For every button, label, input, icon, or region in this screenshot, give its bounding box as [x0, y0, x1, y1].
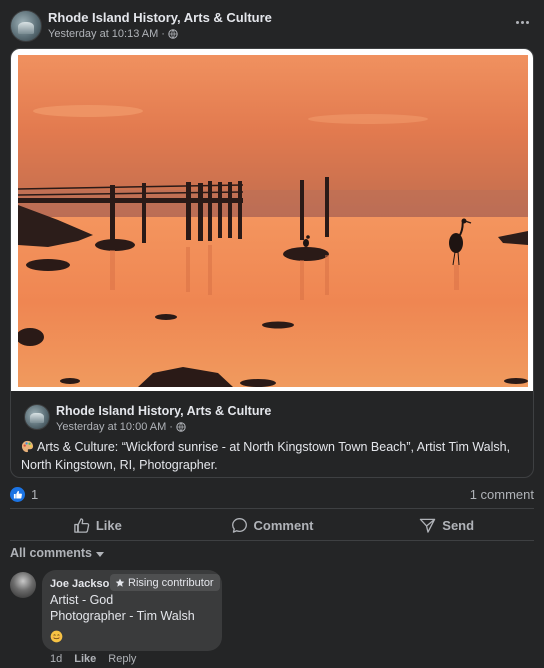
- comment-icon: [231, 517, 247, 533]
- sunset-photo[interactable]: [18, 55, 528, 387]
- star-icon: [115, 578, 125, 587]
- comment-bubble: Joe Jackson Rising contributor Artist - …: [42, 570, 222, 651]
- comment-filter-dropdown[interactable]: All comments: [10, 546, 104, 560]
- divider-bottom: [10, 540, 534, 541]
- thumbs-up-icon: [74, 517, 90, 533]
- comment-button-label: Comment: [253, 517, 314, 533]
- shared-post-timestamp[interactable]: Yesterday at 10:00 AM: [56, 421, 166, 433]
- comment-like-button[interactable]: Like: [74, 653, 96, 665]
- contributor-badge: Rising contributor: [110, 574, 220, 591]
- post-meta: Yesterday at 10:13 AM ·: [48, 28, 178, 40]
- artist-palette-icon: [21, 440, 34, 453]
- shared-page-avatar[interactable]: [24, 404, 50, 430]
- post-header: Rhode Island History, Arts & Culture Yes…: [0, 0, 544, 46]
- shared-text-line2: North Kingstown, RI, Photographer.: [21, 458, 218, 472]
- smiling-face-icon: [50, 630, 63, 643]
- comment-time[interactable]: 1d: [50, 653, 62, 665]
- like-button[interactable]: Like: [10, 510, 185, 540]
- reactions-summary[interactable]: 1: [10, 486, 38, 502]
- commenter-avatar[interactable]: [10, 572, 36, 598]
- shared-post-header: Rhode Island History, Arts & Culture Yes…: [11, 394, 533, 477]
- post-actions: Like Comment Send: [10, 510, 534, 540]
- chevron-down-icon: [95, 551, 104, 557]
- comment-count-link[interactable]: 1 comment: [470, 487, 534, 502]
- shared-post-meta: Yesterday at 10:00 AM ·: [56, 421, 186, 433]
- comment-author[interactable]: Joe Jackson: [50, 578, 116, 590]
- globe-icon: [168, 29, 178, 39]
- shared-post-card[interactable]: Rhode Island History, Arts & Culture Yes…: [10, 48, 534, 478]
- globe-icon: [176, 422, 186, 432]
- reaction-count: 1: [31, 486, 39, 502]
- photo-frame: [11, 49, 533, 391]
- like-reaction-icon: [10, 486, 25, 502]
- comment-text-line2: Photographer - Tim Walsh: [50, 609, 195, 623]
- comment-button[interactable]: Comment: [185, 510, 360, 540]
- send-button[interactable]: Send: [359, 510, 534, 540]
- page-name-link[interactable]: Rhode Island History, Arts & Culture: [48, 10, 272, 25]
- send-button-label: Send: [442, 517, 475, 533]
- comment-text-line1: Artist - God: [50, 593, 114, 607]
- page-avatar[interactable]: [10, 10, 42, 42]
- comment-filter-label: All comments: [10, 546, 92, 560]
- meta-separator: ·: [169, 421, 173, 433]
- more-options-button[interactable]: [512, 12, 532, 32]
- comment-reply-button[interactable]: Reply: [108, 653, 136, 665]
- meta-separator: ·: [161, 28, 165, 40]
- divider-top: [10, 508, 534, 509]
- post-timestamp[interactable]: Yesterday at 10:13 AM: [48, 28, 158, 40]
- comment-actions: 1d Like Reply: [50, 653, 136, 665]
- shared-text-line1: Arts & Culture: “Wickford sunrise - at N…: [37, 440, 511, 454]
- contributor-badge-label: Rising contributor: [128, 576, 214, 589]
- send-icon: [420, 518, 436, 533]
- shared-page-name[interactable]: Rhode Island History, Arts & Culture: [56, 404, 271, 418]
- like-button-label: Like: [95, 517, 122, 533]
- shared-post-text: Arts & Culture: “Wickford sunrise - at N…: [21, 438, 521, 474]
